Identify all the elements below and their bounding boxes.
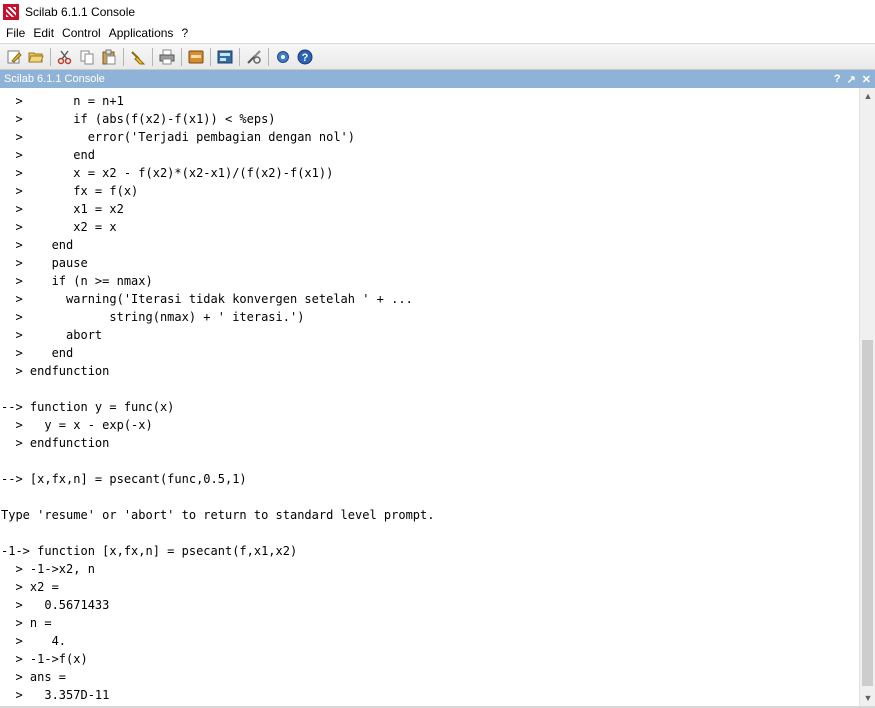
console-line: > end [1,346,74,360]
toolbar-separator [268,47,269,66]
title-bar: Scilab 6.1.1 Console [0,0,875,23]
console-line: > x = x2 - f(x2)*(x2-x1)/(f(x2)-f(x1)) [1,166,334,180]
scrollbar-thumb[interactable] [862,340,873,686]
menu-control[interactable]: Control [58,26,105,40]
panel-help-icon[interactable]: ? [834,73,841,86]
variable-browser-icon[interactable] [215,47,235,67]
console-line: > y = x - exp(-x) [1,418,153,432]
open-file-icon[interactable] [26,47,46,67]
panel-controls: ? ↗ ✕ [834,73,871,86]
console-line: > ans = [1,670,67,684]
console-line: > endfunction [1,364,110,378]
menu-applications[interactable]: Applications [105,26,178,40]
toolbar-separator [239,47,240,66]
help-icon[interactable]: ? [295,47,315,67]
console-line: > x1 = x2 [1,202,124,216]
console-line: > 0.5671433 [1,598,110,612]
panel-undock-icon[interactable]: ↗ [847,73,856,86]
console-line: > x2 = x [1,220,117,234]
console-line: > warning('Iterasi tidak konvergen setel… [1,292,413,306]
menu-edit[interactable]: Edit [29,26,58,40]
console-line: > -1->f(x) [1,652,88,666]
console-line: > n = [1,616,52,630]
clear-console-icon[interactable] [128,47,148,67]
scroll-down-icon[interactable]: ▼ [860,690,875,706]
cut-icon[interactable] [55,47,75,67]
console-line: Type 'resume' or 'abort' to return to st… [1,508,435,522]
console-text: > n = n+1 > if (abs(f(x2)-f(x1)) < %eps)… [1,92,434,704]
console-line: -1-> function [x,fx,n] = psecant(f,x1,x2… [1,544,298,558]
svg-text:?: ? [302,52,309,64]
toolbar-separator [50,47,51,66]
console-scrollbar[interactable]: ▲ ▼ [859,88,875,706]
console-line: --> function y = func(x) [1,400,175,414]
console-line: > end [1,238,74,252]
toolbar-separator [210,47,211,66]
scilab-logo-icon [3,3,19,20]
console-line: > endfunction [1,436,110,450]
toolbar: ? [0,43,875,70]
console-line: > 4. [1,634,67,648]
console-line: > -1->x2, n [1,562,95,576]
scroll-up-icon[interactable]: ▲ [860,88,875,104]
paste-icon[interactable] [99,47,119,67]
toolbar-separator [123,47,124,66]
window-title: Scilab 6.1.1 Console [25,4,136,19]
toolbar-separator [152,47,153,66]
console-line: > fx = f(x) [1,184,139,198]
console-line: --> [x,fx,n] = psecant(func,0.5,1) [1,472,247,486]
settings-icon[interactable] [273,47,293,67]
console-line: > end [1,148,95,162]
copy-icon[interactable] [77,47,97,67]
toolbar-separator [181,47,182,66]
console-line: > if (abs(f(x2)-f(x1)) < %eps) [1,112,276,126]
print-icon[interactable] [157,47,177,67]
console-line: > pause [1,256,88,270]
new-script-icon[interactable] [4,47,24,67]
console-line: > n = n+1 [1,94,124,108]
console-line: > abort [1,328,103,342]
console-panel-title: Scilab 6.1.1 Console [4,73,105,85]
console-line: > x2 = [1,580,59,594]
console-panel-header: Scilab 6.1.1 Console ? ↗ ✕ [0,70,875,88]
panel-close-icon[interactable]: ✕ [862,73,871,86]
module-manager-icon[interactable] [186,47,206,67]
menu-help[interactable]: ? [177,26,192,40]
console-line: > error('Terjadi pembagian dengan nol') [1,130,356,144]
demos-icon[interactable] [244,47,264,67]
console-line: > if (n >= nmax) [1,274,153,288]
menu-file[interactable]: File [2,26,29,40]
console-line: > 3.357D-11 [1,688,110,702]
menu-bar: File Edit Control Applications ? [0,23,875,43]
console-output[interactable]: > n = n+1 > if (abs(f(x2)-f(x1)) < %eps)… [0,88,859,706]
console-line: > string(nmax) + ' iterasi.') [1,310,305,324]
